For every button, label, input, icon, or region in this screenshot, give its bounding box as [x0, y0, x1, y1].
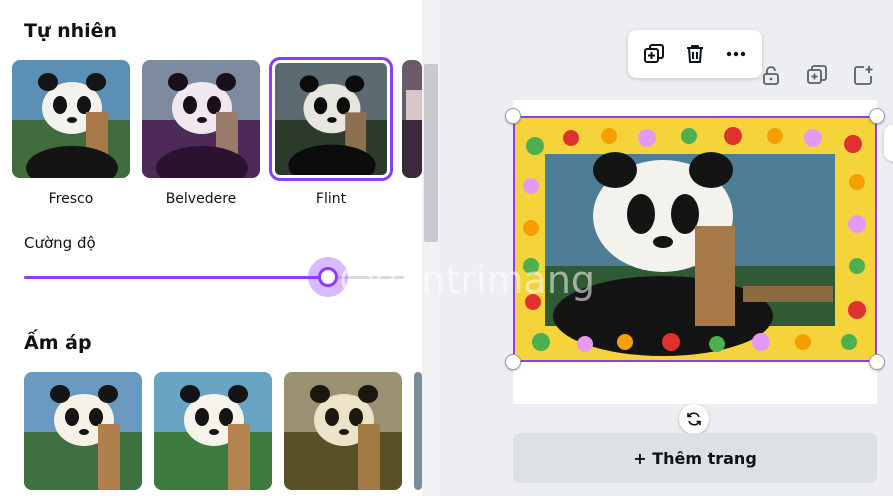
panda-image: [275, 63, 387, 175]
element-toolbar: [628, 30, 762, 78]
resize-handle-top-right[interactable]: [869, 108, 885, 124]
slider-fill: [24, 276, 328, 279]
filter-thumb-flint[interactable]: [269, 57, 393, 181]
section-title-natural: Tự nhiên: [24, 20, 118, 42]
filter-thumb-warm-3[interactable]: [284, 372, 402, 490]
delete-button[interactable]: [678, 37, 712, 71]
add-page-button[interactable]: + Thêm trang: [513, 433, 877, 483]
flower-frame-image: [515, 118, 875, 360]
panel-scrollbar[interactable]: [422, 0, 440, 496]
filter-thumb-fresco[interactable]: [12, 60, 130, 178]
section-title-warm: Ấm áp: [24, 332, 92, 354]
lock-icon: [763, 66, 779, 85]
resize-handle-bottom-left[interactable]: [505, 354, 521, 370]
filter-label: Fresco: [48, 191, 94, 207]
add-page-icon: [854, 66, 873, 85]
intensity-label: Cường độ: [24, 234, 96, 252]
add-page-icon-button[interactable]: [850, 62, 876, 88]
framed-photo[interactable]: [513, 116, 877, 362]
panda-image: [142, 60, 260, 178]
panda-image: [414, 372, 422, 490]
duplicate-page-icon: [807, 65, 827, 84]
resize-handle-bottom-right[interactable]: [869, 354, 885, 370]
panda-image: [284, 372, 402, 490]
filter-thumb-warm-1[interactable]: [24, 372, 142, 490]
lock-page-button[interactable]: [758, 62, 784, 88]
more-button[interactable]: [719, 37, 753, 71]
duplicate-page-button[interactable]: [804, 62, 830, 88]
panda-image: [12, 60, 130, 178]
rotate-icon: [687, 412, 701, 426]
filter-label: Belvedere: [165, 191, 237, 207]
slider-knob[interactable]: [318, 267, 338, 287]
scrollbar-thumb[interactable]: [424, 64, 438, 242]
canvas-area: + Thêm trang: [440, 0, 893, 496]
duplicate-button[interactable]: [637, 37, 671, 71]
more-icon: [726, 51, 745, 57]
filter-thumb-warm-next[interactable]: [414, 372, 422, 490]
filter-thumb-next[interactable]: [402, 60, 422, 178]
panda-image: [402, 60, 422, 178]
page-actions: [758, 62, 876, 88]
duplicate-icon: [644, 44, 665, 63]
side-handle[interactable]: [884, 125, 893, 161]
filter-label: Flint: [315, 191, 347, 207]
trash-icon: [686, 45, 703, 63]
resize-handle-top-left[interactable]: [505, 108, 521, 124]
rotate-button[interactable]: [679, 404, 709, 434]
filter-panel: Tự nhiên Fresco Belvedere Flint Cường độ…: [0, 0, 422, 496]
panda-image: [24, 372, 142, 490]
panda-image: [154, 372, 272, 490]
filter-thumb-warm-2[interactable]: [154, 372, 272, 490]
filter-thumb-belvedere[interactable]: [142, 60, 260, 178]
